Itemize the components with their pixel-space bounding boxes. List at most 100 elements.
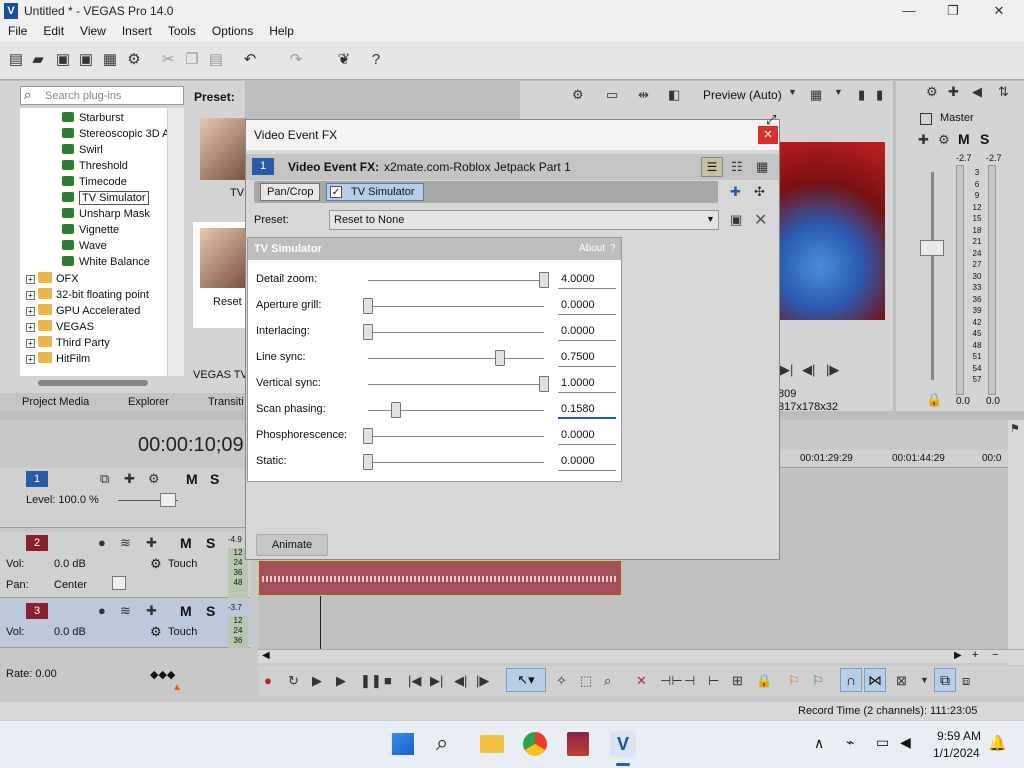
chrome-icon[interactable] (523, 732, 547, 756)
minimize-button[interactable]: — (886, 0, 932, 22)
snapping-magnet-icon[interactable]: ∩ (840, 668, 862, 692)
clock-time[interactable]: 9:59 AM (937, 729, 981, 743)
invert-phase-icon[interactable]: ≋ (120, 603, 131, 619)
tree-hscrollbar[interactable] (38, 380, 148, 386)
ripple-edit-icon[interactable]: ⊠ (896, 673, 907, 689)
menu-help[interactable]: Help (261, 22, 302, 42)
preset-thumbnail[interactable] (200, 118, 246, 180)
search-icon[interactable]: ⌕ (436, 730, 448, 756)
fx-enabled-checkbox[interactable]: ✓ (330, 186, 342, 198)
help-icon[interactable]: ? (610, 243, 616, 254)
pan-slider-handle[interactable] (112, 576, 126, 590)
split-screen-icon[interactable]: ⇹ (638, 87, 649, 103)
expand-icon[interactable]: + (26, 291, 35, 300)
master-fx-icon[interactable] (920, 113, 932, 125)
event-fx-icon[interactable]: ❦ (336, 52, 352, 68)
insert-region-icon[interactable]: ⚐ (812, 673, 824, 689)
file-explorer-icon[interactable] (480, 735, 504, 753)
plugin-search-box[interactable]: ⌕ Search plug-ins (20, 86, 184, 105)
loop-playback-icon[interactable]: ↻ (288, 673, 299, 689)
automation-mode[interactable]: Touch (168, 626, 197, 638)
param-slider-handle[interactable] (539, 376, 549, 392)
pause-icon[interactable]: ❚❚ (360, 673, 382, 689)
dialog-title-bar[interactable]: Video Event FX ✕ ⤢ (246, 112, 779, 150)
stop-icon[interactable]: ■ (384, 673, 392, 688)
zoom-in-icon[interactable]: + (972, 649, 978, 661)
param-slider-handle[interactable] (539, 272, 549, 288)
zoom-out-icon[interactable]: − (992, 649, 998, 661)
param-slider-track[interactable] (368, 280, 544, 281)
plugin-item[interactable]: Unsharp Mask (62, 208, 150, 220)
timeline-vscrollbar[interactable]: ⚑ (1008, 420, 1024, 665)
param-value-field[interactable]: 0.1580 (558, 401, 616, 419)
preview-next-icon[interactable]: ▶| (780, 362, 793, 378)
chain-item-pan-crop[interactable]: Pan/Crop (260, 183, 321, 201)
composite-mode-icon[interactable]: ⧉ (100, 471, 109, 487)
chevron-down-icon[interactable]: ▼ (834, 87, 843, 97)
param-slider-handle[interactable] (363, 454, 373, 470)
resize-expand-icon[interactable]: ⤢ (766, 112, 776, 128)
grid-overlay-icon[interactable]: ▦ (810, 87, 822, 103)
tab-explorer[interactable]: Explorer (128, 396, 169, 408)
param-slider-track[interactable] (368, 462, 544, 463)
master-fader-handle[interactable] (920, 240, 944, 256)
undo-icon[interactable]: ↶ (242, 52, 258, 68)
automation-touch-icon[interactable]: ⚙ (150, 624, 162, 640)
restore-button[interactable]: ❐ (930, 0, 976, 22)
expand-icon[interactable]: + (26, 339, 35, 348)
grid-view-icon[interactable]: ▦ (756, 159, 768, 175)
track-header-audio-2[interactable]: 2 ● ≋ ✚ M S Vol: 0.0 dB ⚙ Touch Pan: Cen… (0, 532, 250, 598)
param-slider-handle[interactable] (363, 324, 373, 340)
menu-options[interactable]: Options (204, 22, 261, 42)
delete-icon[interactable]: ✕ (636, 673, 647, 689)
mixer-icon[interactable]: ⇅ (998, 84, 1009, 100)
chain-item-tv-simulator[interactable]: ✓ TV Simulator (326, 183, 424, 201)
track-header-audio-3[interactable]: 3 ● ≋ ✚ M S Vol: 0.0 dB ⚙ Touch 12 24 36 -… (0, 600, 250, 648)
timeline-hscrollbar[interactable]: ◀ ▶ + − (258, 649, 1024, 663)
param-slider-track[interactable] (368, 384, 544, 385)
save-as-icon[interactable]: ▣ (78, 52, 94, 68)
menu-insert[interactable]: Insert (114, 22, 160, 42)
plugin-item[interactable]: Starburst (62, 112, 124, 124)
param-slider-track[interactable] (368, 306, 544, 307)
motion-icon[interactable]: ✚ (124, 471, 135, 487)
play-icon[interactable]: ▶ (336, 673, 346, 689)
vegas-taskbar-icon[interactable]: V (610, 731, 636, 757)
preview-next-frame-icon[interactable]: |▶ (826, 362, 839, 378)
master-automation-icon[interactable]: ✚ (918, 132, 929, 148)
param-slider-track[interactable] (368, 332, 544, 333)
redo-icon[interactable]: ↷ (288, 52, 304, 68)
winrar-icon[interactable] (567, 732, 589, 756)
new-file-icon[interactable]: ▤ (8, 52, 24, 68)
tab-transitions[interactable]: Transiti (208, 396, 244, 408)
plugin-folder[interactable]: + Third Party (26, 336, 110, 349)
event-grouping-icon[interactable]: ⧉ (934, 668, 956, 692)
plugin-folder[interactable]: + GPU Accelerated (26, 304, 140, 317)
plugin-item[interactable]: Vignette (62, 224, 119, 236)
plugin-chain-add-icon[interactable]: ✚ (730, 184, 741, 200)
track-fx-gear-icon[interactable]: ⚙ (148, 471, 160, 487)
bypass-all-icon[interactable]: ☰ (701, 157, 723, 177)
delete-preset-icon[interactable]: ✕ (754, 210, 767, 230)
param-value-field[interactable]: 1.0000 (558, 375, 616, 393)
menu-tools[interactable]: Tools (160, 22, 204, 42)
tab-project-media[interactable]: Project Media (22, 396, 89, 408)
plugin-item[interactable]: Threshold (62, 160, 128, 172)
preview-quality-dropdown[interactable]: Preview (Auto) (703, 88, 782, 102)
marker-icon[interactable]: ⚑ (1010, 422, 1020, 435)
param-slider-track[interactable] (368, 436, 544, 437)
go-to-end-icon[interactable]: ▶| (430, 673, 443, 689)
selection-tool-icon[interactable]: ⬚ (580, 673, 592, 689)
master-gear-icon[interactable]: ⚙ (926, 84, 938, 100)
param-slider-handle[interactable] (363, 298, 373, 314)
start-windows-icon[interactable] (392, 733, 414, 755)
expand-icon[interactable]: + (26, 323, 35, 332)
lock-icon[interactable]: 🔒 (926, 392, 942, 408)
close-button[interactable]: ✕ (976, 0, 1022, 22)
split-icon[interactable]: ⊞ (732, 673, 743, 689)
param-value-field[interactable]: 0.0000 (558, 453, 616, 471)
render-icon[interactable]: ▦ (102, 52, 118, 68)
chevron-up-icon[interactable]: ∧ (814, 735, 824, 752)
lock-event-icon[interactable]: 🔒 (756, 673, 772, 689)
preview-mode-icon[interactable]: ◧ (668, 87, 680, 103)
